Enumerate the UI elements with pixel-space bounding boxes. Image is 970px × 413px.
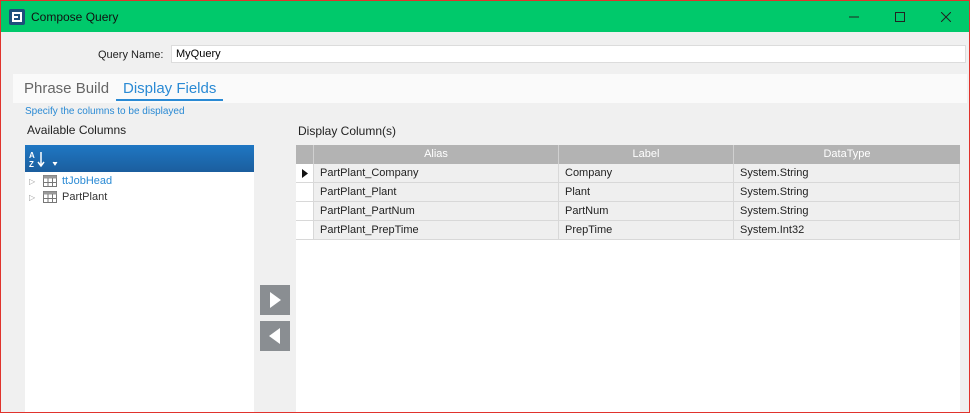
app-e-icon: [9, 9, 25, 25]
close-icon: [941, 11, 951, 22]
svg-text:Z: Z: [29, 160, 34, 168]
minimize-icon: [849, 16, 859, 17]
tree-item-label: ttJobHead: [62, 175, 113, 187]
close-button[interactable]: [923, 1, 969, 32]
add-column-button[interactable]: [260, 285, 290, 315]
available-columns-panel: A Z ▷ ttJobHead ▷ PartPlant: [25, 145, 254, 412]
sort-az-icon[interactable]: A Z: [29, 150, 63, 171]
column-header-label[interactable]: Label: [559, 145, 734, 164]
tab-display-fields[interactable]: Display Fields: [123, 80, 216, 97]
display-columns-grid: Alias Label DataType PartPlant_Company C…: [296, 145, 960, 412]
tab-strip: Phrase Build Display Fields: [13, 74, 967, 103]
row-selector[interactable]: [296, 164, 314, 183]
expand-arrow-icon[interactable]: ▷: [29, 177, 39, 186]
row-selector[interactable]: [296, 183, 314, 202]
grid-header: Alias Label DataType: [296, 145, 960, 164]
column-header-alias[interactable]: Alias: [314, 145, 559, 164]
active-tab-indicator: [116, 99, 223, 101]
minimize-button[interactable]: [831, 1, 877, 32]
cell-label[interactable]: Plant: [559, 183, 734, 202]
current-row-arrow-icon: [302, 169, 308, 178]
row-selector[interactable]: [296, 221, 314, 240]
expand-arrow-icon[interactable]: ▷: [29, 193, 39, 202]
cell-label[interactable]: PartNum: [559, 202, 734, 221]
query-name-label: Query Name:: [98, 49, 164, 61]
table-row[interactable]: PartPlant_Company Company System.String: [296, 164, 960, 183]
tree-item-label: PartPlant: [62, 191, 108, 203]
query-name-input[interactable]: [171, 45, 966, 63]
cell-datatype[interactable]: System.String: [734, 202, 960, 221]
arrow-left-icon: [269, 328, 280, 344]
cell-alias[interactable]: PartPlant_PrepTime: [314, 221, 559, 240]
compose-query-window: Compose Query Query Name: Phrase Build D…: [0, 0, 970, 413]
column-header-datatype[interactable]: DataType: [734, 145, 960, 164]
title-bar: Compose Query: [1, 1, 969, 32]
available-columns-title: Available Columns: [27, 123, 127, 137]
arrow-right-icon: [270, 292, 281, 308]
cell-datatype[interactable]: System.String: [734, 164, 960, 183]
tree-item-ttjobhead[interactable]: ▷ ttJobHead: [29, 173, 112, 189]
row-selector-header: [296, 145, 314, 164]
table-icon: [43, 191, 57, 203]
cell-datatype[interactable]: System.String: [734, 183, 960, 202]
instructions-text: Specify the columns to be displayed: [25, 106, 185, 117]
row-selector[interactable]: [296, 202, 314, 221]
remove-column-button[interactable]: [260, 321, 290, 351]
sort-toolbar: A Z: [25, 145, 254, 172]
cell-datatype[interactable]: System.Int32: [734, 221, 960, 240]
maximize-button[interactable]: [877, 1, 923, 32]
table-row[interactable]: PartPlant_PartNum PartNum System.String: [296, 202, 960, 221]
tree-item-partplant[interactable]: ▷ PartPlant: [29, 189, 107, 205]
table-icon: [43, 175, 57, 187]
cell-label[interactable]: Company: [559, 164, 734, 183]
svg-text:A: A: [29, 151, 35, 160]
cell-alias[interactable]: PartPlant_Company: [314, 164, 559, 183]
table-row[interactable]: PartPlant_PrepTime PrepTime System.Int32: [296, 221, 960, 240]
maximize-icon: [895, 11, 905, 22]
cell-alias[interactable]: PartPlant_PartNum: [314, 202, 559, 221]
display-columns-title: Display Column(s): [298, 124, 397, 138]
window-title: Compose Query: [31, 10, 119, 24]
cell-label[interactable]: PrepTime: [559, 221, 734, 240]
table-row[interactable]: PartPlant_Plant Plant System.String: [296, 183, 960, 202]
cell-alias[interactable]: PartPlant_Plant: [314, 183, 559, 202]
tab-phrase-build[interactable]: Phrase Build: [24, 80, 109, 97]
